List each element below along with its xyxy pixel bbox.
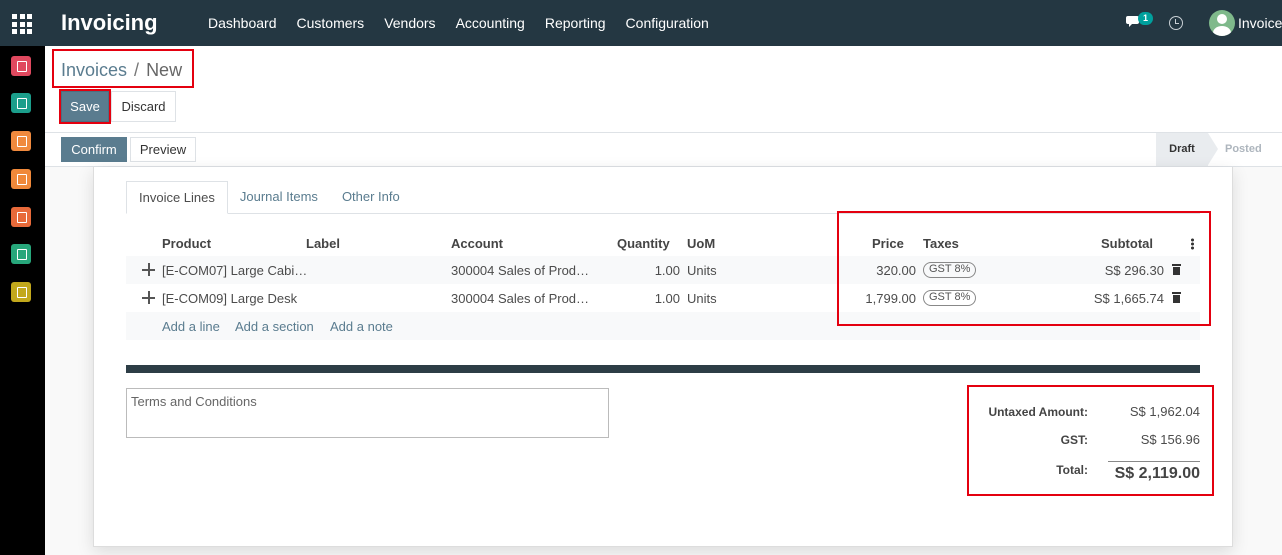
gst-value: S$ 156.96 [1140,432,1200,447]
row-subtotal: S$ 1,665.74 [1093,291,1164,306]
tax-badge[interactable]: GST 8% [923,290,977,306]
top-navbar: Invoicing Dashboard Customers Vendors Ac… [0,0,1282,46]
add-line-row: Add a line Add a section Add a note [126,312,1200,340]
tax-badge[interactable]: GST 8% [923,262,977,278]
tab-invoice-lines[interactable]: Invoice Lines [126,181,228,214]
user-name[interactable]: Invoice [1238,15,1282,31]
menu-dashboard[interactable]: Dashboard [198,0,287,46]
drag-handle-icon[interactable] [142,291,155,304]
menu-vendors[interactable]: Vendors [374,0,445,46]
form-sheet [93,167,1233,547]
row-uom[interactable]: Units [687,291,717,306]
col-taxes[interactable]: Taxes [923,236,959,251]
add-note-link[interactable]: Add a note [330,319,393,334]
website-icon[interactable] [11,169,31,189]
stage-draft[interactable]: Draft [1156,133,1218,166]
col-product[interactable]: Product [162,236,211,251]
table-row[interactable]: [E-COM07] Large Cabi… 300004 Sales of Pr… [126,256,1200,284]
delete-row-icon[interactable] [1172,292,1181,303]
activity-clock-icon[interactable] [1169,16,1183,30]
row-account[interactable]: 300004 Sales of Prod… [451,291,589,306]
col-quantity[interactable]: Quantity [617,236,670,251]
col-price[interactable]: Price [872,236,904,251]
row-quantity[interactable]: 1.00 [626,263,680,278]
untaxed-amount-value: S$ 1,962.04 [1129,404,1200,419]
row-quantity[interactable]: 1.00 [626,291,680,306]
gst-label: GST: [1060,433,1088,447]
breadcrumb: Invoices / New [61,60,182,81]
menu-accounting[interactable]: Accounting [446,0,535,46]
col-account[interactable]: Account [451,236,503,251]
tab-journal-items[interactable]: Journal Items [228,181,330,213]
delete-row-icon[interactable] [1172,264,1181,275]
row-price[interactable]: 320.00 [846,263,916,278]
col-label[interactable]: Label [306,236,340,251]
user-avatar[interactable] [1209,10,1235,36]
row-product[interactable]: [E-COM09] Large Desk [162,291,297,306]
col-subtotal[interactable]: Subtotal [1101,236,1153,251]
breadcrumb-separator: / [134,60,140,80]
total-value: S$ 2,119.00 [1114,465,1200,482]
dashboards-icon[interactable] [11,131,31,151]
breadcrumb-invoices-link[interactable]: Invoices [61,60,127,80]
main-menu: Dashboard Customers Vendors Accounting R… [198,0,719,46]
control-panel: Invoices / New Save Discard [45,46,1282,133]
row-subtotal: S$ 296.30 [1104,263,1164,278]
save-button[interactable]: Save [61,91,109,122]
breadcrumb-current: New [146,60,183,80]
status-header: Confirm Preview Draft Posted [45,133,1282,167]
chat-count-badge: 1 [1138,12,1154,25]
invoicing-icon[interactable] [11,207,31,227]
settings-icon[interactable] [11,282,31,302]
discard-button[interactable]: Discard [111,91,176,122]
apps-menu-icon[interactable] [12,14,32,34]
column-options-icon[interactable] [1191,238,1194,250]
notebook-tabs: Invoice Lines Journal Items Other Info [126,181,1200,214]
row-uom[interactable]: Units [687,263,717,278]
col-uom[interactable]: UoM [687,236,715,251]
terms-conditions-field[interactable]: Terms and Conditions [126,388,609,438]
contacts-icon[interactable] [11,93,31,113]
menu-configuration[interactable]: Configuration [616,0,719,46]
menu-customers[interactable]: Customers [287,0,375,46]
section-divider [126,365,1200,373]
documents-icon[interactable] [11,244,31,264]
drag-handle-icon[interactable] [142,263,155,276]
app-sidebar [0,46,45,555]
untaxed-amount-label: Untaxed Amount: [988,405,1088,419]
add-section-link[interactable]: Add a section [235,319,314,334]
table-row[interactable]: [E-COM09] Large Desk 300004 Sales of Pro… [126,284,1200,312]
preview-button[interactable]: Preview [130,137,196,162]
add-line-link[interactable]: Add a line [162,319,220,334]
discuss-icon[interactable] [11,56,31,76]
app-brand[interactable]: Invoicing [61,10,158,36]
row-price[interactable]: 1,799.00 [846,291,916,306]
menu-reporting[interactable]: Reporting [535,0,616,46]
total-separator [1108,461,1200,462]
row-account[interactable]: 300004 Sales of Prod… [451,263,589,278]
row-product[interactable]: [E-COM07] Large Cabi… [162,263,307,278]
total-label: Total: [1056,463,1088,477]
stage-posted[interactable]: Posted [1225,133,1275,166]
tab-other-info[interactable]: Other Info [330,181,412,213]
confirm-button[interactable]: Confirm [61,137,127,162]
